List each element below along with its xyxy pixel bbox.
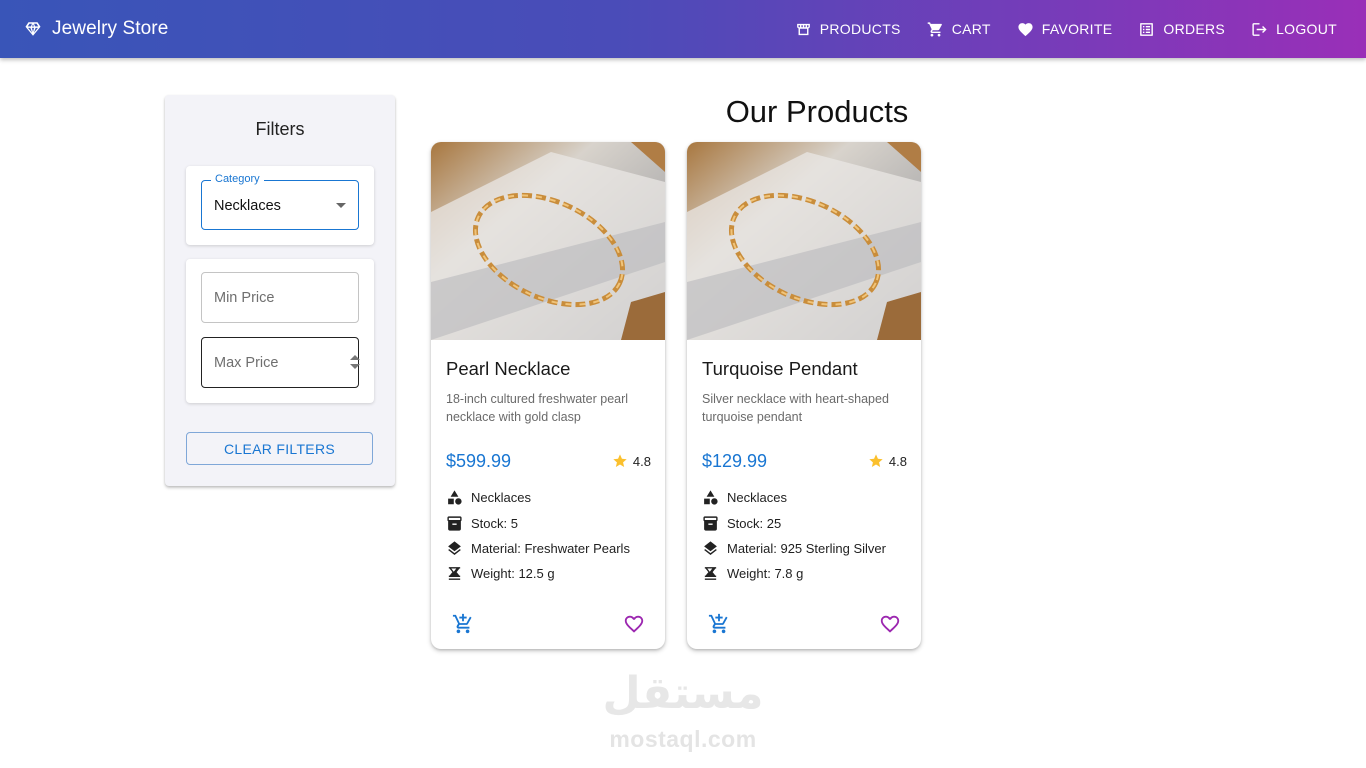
product-card[interactable]: Turquoise Pendant Silver necklace with h… — [687, 142, 921, 649]
top-nav: PRODUCTS CART FAVORITE ORDERS LOGOUT — [782, 0, 1350, 58]
product-rating: 4.8 — [868, 453, 907, 469]
nav-orders-label: ORDERS — [1163, 21, 1226, 37]
max-price-input[interactable] — [201, 337, 359, 388]
spec-weight: Weight: 7.8 g — [702, 565, 803, 582]
inventory-icon — [703, 516, 718, 531]
min-price-input[interactable] — [201, 272, 359, 323]
scale-icon — [448, 567, 461, 580]
category-icon — [448, 490, 462, 505]
category-icon — [704, 490, 718, 505]
product-card[interactable]: Pearl Necklace 18-inch cultured freshwat… — [431, 142, 665, 649]
list-alt-icon — [1140, 22, 1154, 36]
filters-title: Filters — [255, 119, 305, 139]
star-icon — [869, 454, 883, 467]
watermark: مستقل mostaql.com — [598, 668, 768, 758]
product-price: $599.99 — [446, 451, 512, 471]
product-rating: 4.8 — [612, 453, 651, 469]
spec-category: Necklaces — [702, 489, 787, 506]
spec-stock: Stock: 25 — [702, 515, 781, 532]
add-to-cart-button[interactable] — [708, 613, 730, 635]
category-select[interactable]: Category Necklaces — [201, 173, 359, 230]
layers-icon — [704, 541, 717, 555]
rating-value: 4.8 — [632, 453, 651, 469]
nav-orders[interactable]: ORDERS — [1125, 9, 1238, 49]
nav-products-label: PRODUCTS — [819, 21, 901, 37]
product-image — [431, 142, 665, 340]
inventory-icon — [447, 516, 462, 531]
spec-weight-text: Weight: 12.5 g — [471, 566, 555, 581]
product-name: Pearl Necklace — [446, 358, 571, 379]
add-to-cart-button[interactable] — [452, 613, 474, 635]
layers-icon — [448, 541, 461, 555]
spec-weight-text: Weight: 7.8 g — [727, 566, 804, 581]
spec-stock-text: Stock: 5 — [471, 516, 518, 531]
dropdown-arrow-icon — [336, 203, 346, 208]
product-image — [687, 142, 921, 340]
heart-outline-icon — [880, 615, 900, 633]
spec-material-text: Material: 925 Sterling Silver — [727, 541, 886, 556]
spec-category: Necklaces — [446, 489, 531, 506]
nav-favorite[interactable]: FAVORITE — [1004, 9, 1126, 49]
bracelet-photo-icon — [431, 142, 665, 340]
nav-cart[interactable]: CART — [914, 9, 1004, 49]
page-title: Our Products — [725, 94, 909, 129]
heart-icon — [1018, 22, 1033, 36]
spec-category-text: Necklaces — [471, 490, 531, 505]
rating-value: 4.8 — [888, 453, 907, 469]
nav-products[interactable]: PRODUCTS — [782, 9, 914, 49]
favorite-button[interactable] — [879, 613, 901, 635]
app-bar: Jewelry Store PRODUCTS CART FAVORITE ORD… — [0, 0, 1366, 58]
product-name: Turquoise Pendant — [702, 358, 858, 379]
add-cart-icon — [708, 613, 728, 634]
brand-name: Jewelry Store — [52, 18, 169, 39]
spec-stock: Stock: 5 — [446, 515, 518, 532]
nav-cart-label: CART — [951, 21, 991, 37]
nav-favorite-label: FAVORITE — [1041, 21, 1113, 37]
spec-material: Material: Freshwater Pearls — [446, 540, 630, 557]
bracelet-photo-icon — [687, 142, 921, 340]
product-description: 18-inch cultured freshwater pearl neckla… — [446, 392, 629, 424]
cart-icon — [927, 21, 942, 37]
product-price: $129.99 — [702, 451, 768, 471]
heart-outline-icon — [624, 615, 644, 633]
nav-logout-label: LOGOUT — [1276, 21, 1337, 37]
category-label: Category — [211, 173, 264, 185]
price-card — [186, 259, 374, 403]
spec-weight: Weight: 12.5 g — [446, 565, 555, 582]
spec-material: Material: 925 Sterling Silver — [702, 540, 886, 557]
storefront-icon — [796, 23, 810, 35]
diamond-icon — [25, 22, 41, 36]
category-value: Necklaces — [214, 198, 281, 214]
filters-panel: Filters Category Necklaces CLEAR FILTERS — [165, 95, 395, 486]
product-description: Silver necklace with heart-shaped turquo… — [702, 392, 889, 424]
brand[interactable]: Jewelry Store — [24, 0, 168, 58]
spec-category-text: Necklaces — [727, 490, 787, 505]
scale-icon — [704, 567, 717, 580]
star-icon — [613, 454, 627, 467]
logout-icon — [1252, 22, 1267, 36]
category-card: Category Necklaces — [186, 166, 374, 245]
watermark-arabic: مستقل — [602, 668, 764, 719]
watermark-latin: mostaql.com — [609, 726, 757, 752]
nav-logout[interactable]: LOGOUT — [1238, 9, 1350, 49]
number-spinner-icon[interactable] — [350, 355, 360, 369]
add-cart-icon — [452, 613, 472, 634]
clear-filters-button[interactable]: CLEAR FILTERS — [186, 432, 373, 465]
spec-material-text: Material: Freshwater Pearls — [471, 541, 630, 556]
favorite-button[interactable] — [623, 613, 645, 635]
spec-stock-text: Stock: 25 — [727, 516, 782, 531]
